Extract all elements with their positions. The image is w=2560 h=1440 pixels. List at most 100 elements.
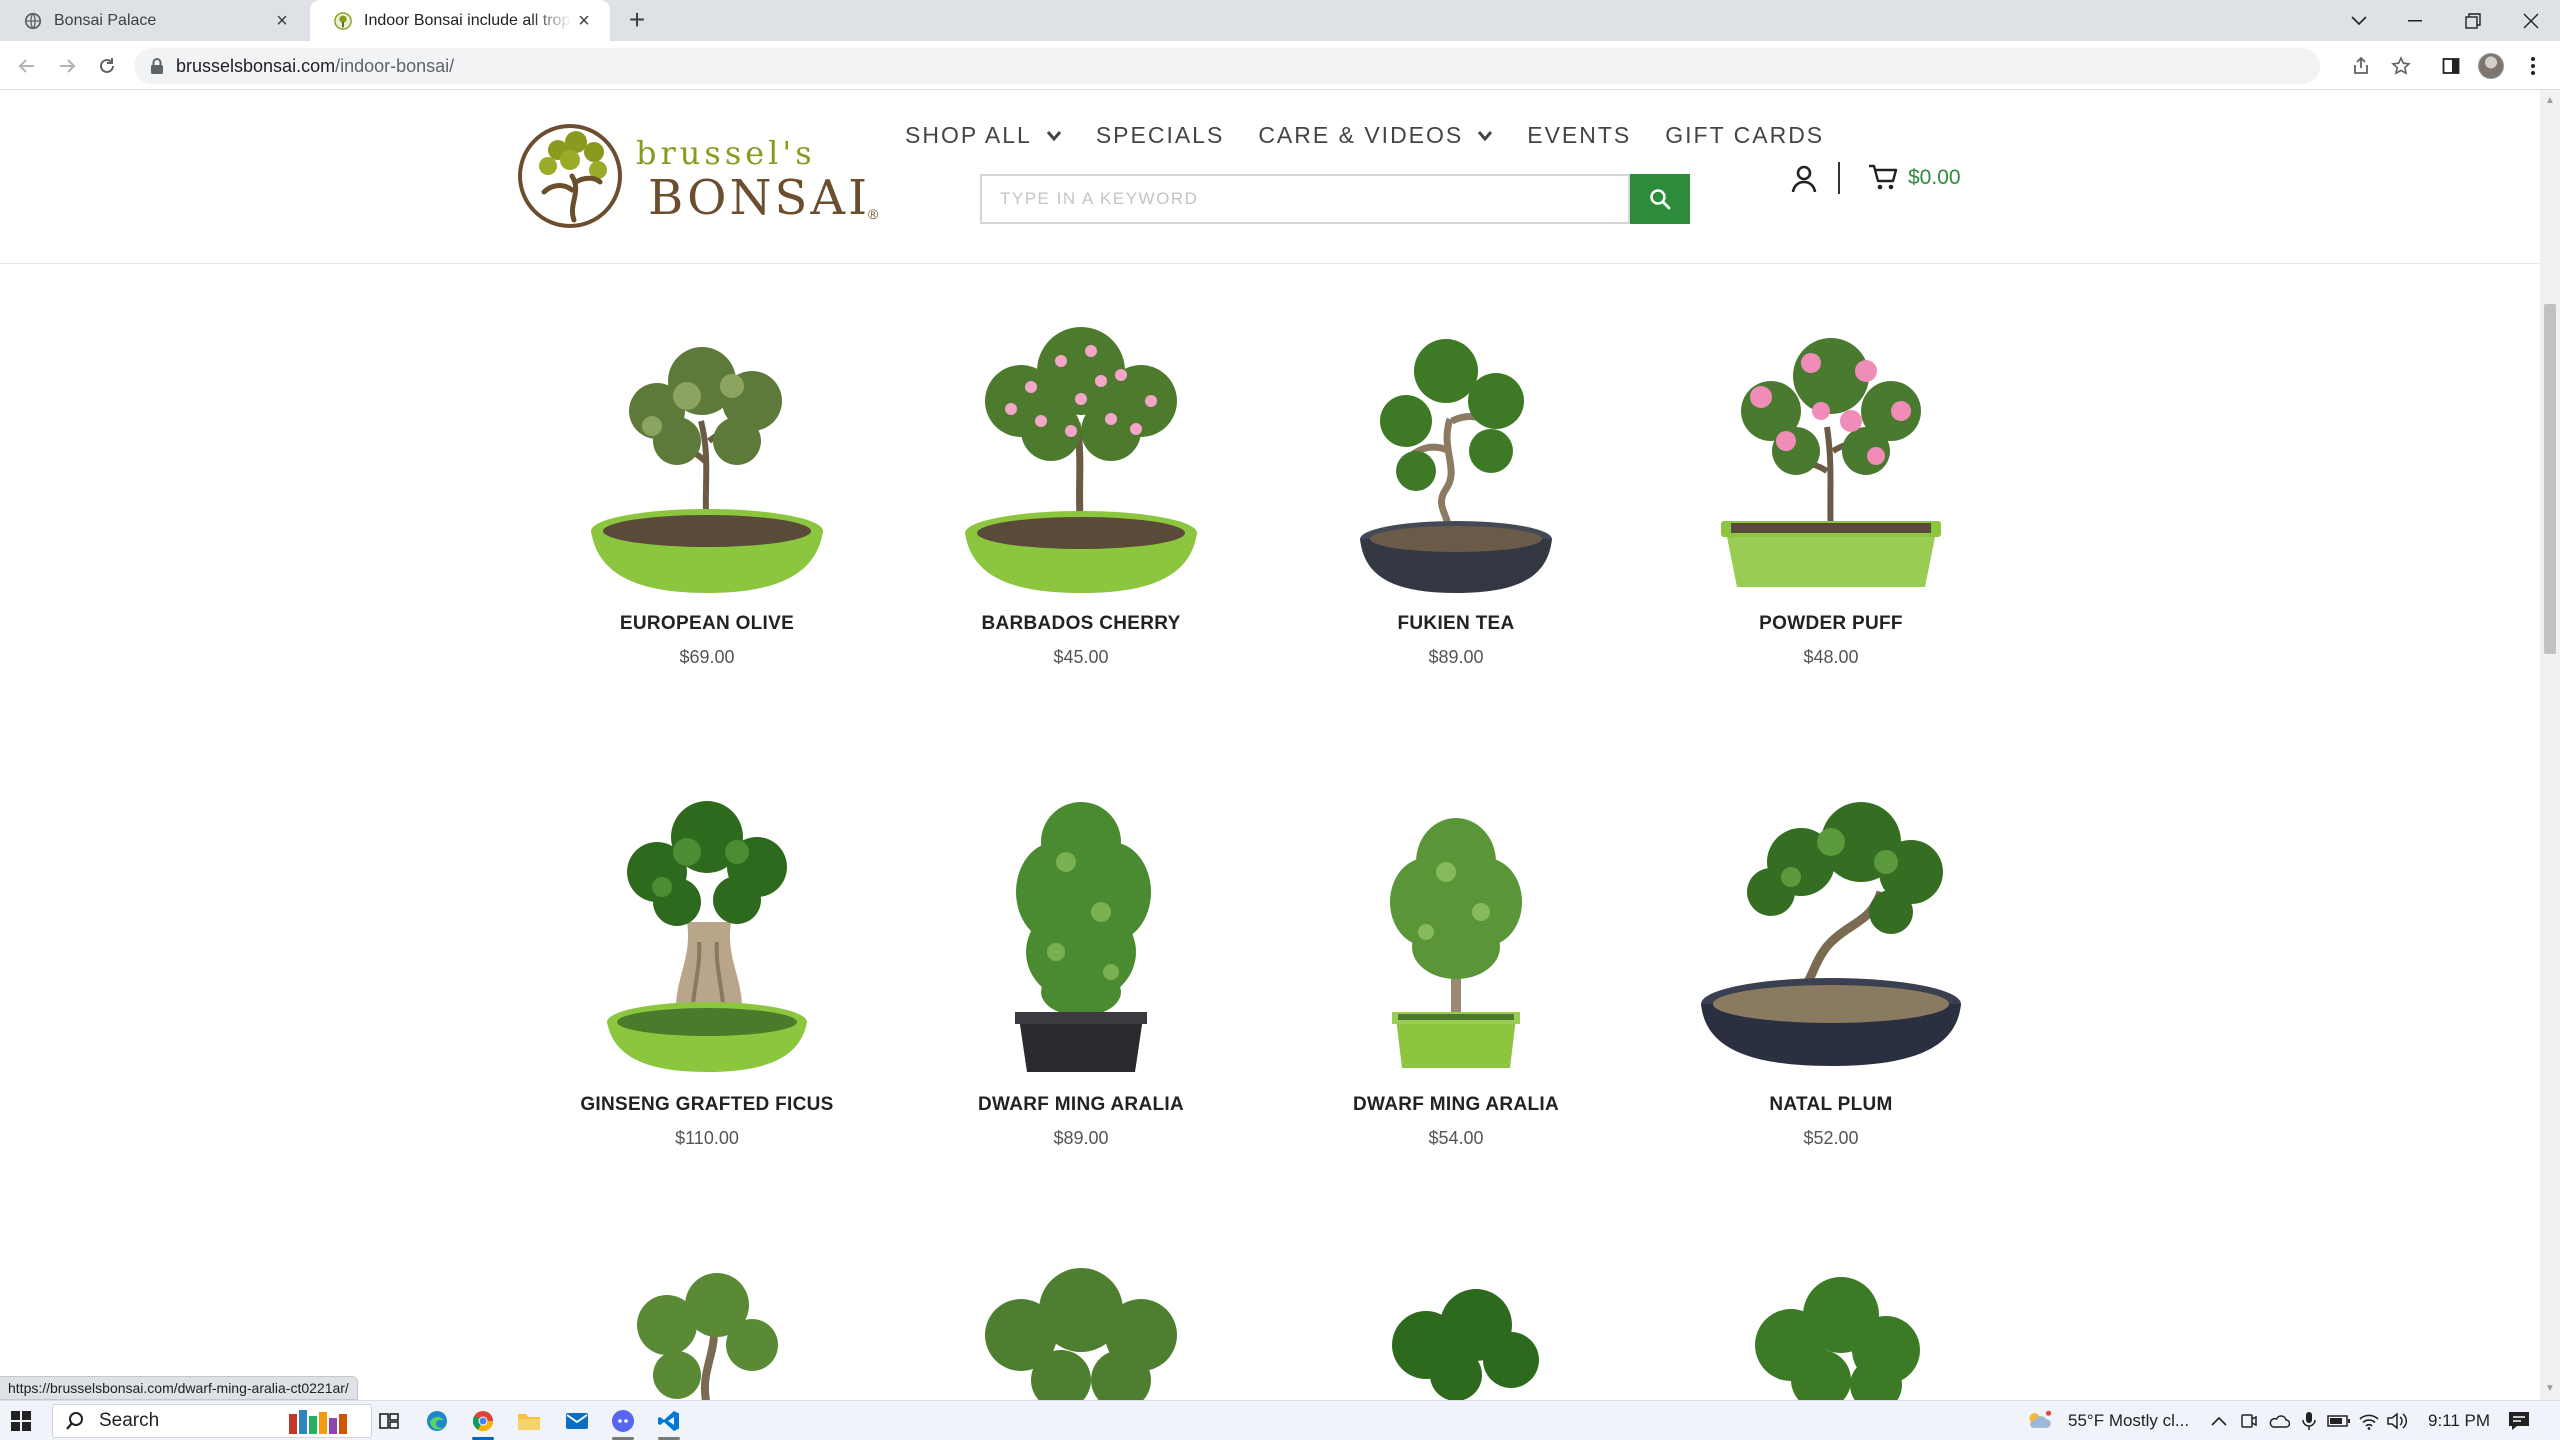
tab-bonsai-palace[interactable]: Bonsai Palace × (0, 0, 308, 41)
site-header: brussel's BONSAI ® SHOP ALL SPECIALS CAR… (0, 90, 2540, 264)
volume-icon[interactable] (2384, 1408, 2410, 1434)
back-button[interactable] (12, 51, 42, 81)
wifi-icon[interactable] (2356, 1408, 2382, 1434)
more-vertical-icon (2531, 57, 2535, 75)
side-panel-icon (2442, 58, 2460, 74)
discord-icon (612, 1410, 634, 1432)
microphone-icon[interactable] (2296, 1408, 2322, 1434)
logo-bonsai-text: BONSAI (648, 170, 871, 226)
product-image-partial[interactable] (537, 1265, 877, 1400)
notifications-button[interactable] (2506, 1408, 2532, 1434)
chrome-app-button[interactable] (470, 1408, 496, 1434)
taskbar-search-box[interactable]: Search (52, 1404, 372, 1438)
close-tab-icon[interactable]: × (572, 9, 596, 33)
search-icon (66, 1412, 83, 1430)
battery-icon[interactable] (2326, 1408, 2352, 1434)
scroll-down-icon[interactable]: ▼ (2545, 1384, 2555, 1394)
browser-menu-button[interactable] (2518, 51, 2548, 81)
product-card[interactable]: DWARF MING ARALIA $54.00 (1286, 782, 1626, 1149)
close-tab-icon[interactable]: × (270, 9, 294, 33)
product-image-fukien-tea[interactable] (1286, 301, 1626, 601)
share-button[interactable] (2346, 51, 2376, 81)
chevron-down-icon (1046, 130, 1061, 141)
bonsai-tree-logo-icon (518, 124, 622, 228)
product-image-natal-plum[interactable] (1661, 782, 2001, 1082)
product-card[interactable]: POWDER PUFF $48.00 (1661, 301, 2001, 668)
product-name[interactable]: DWARF MING ARALIA (911, 1094, 1251, 1116)
product-card[interactable]: BARBADOS CHERRY $45.00 (911, 301, 1251, 668)
nav-events[interactable]: EVENTS (1527, 122, 1631, 149)
product-name[interactable]: DWARF MING ARALIA (1286, 1094, 1626, 1116)
product-image-powder-puff[interactable] (1661, 301, 2001, 601)
product-name[interactable]: FUKIEN TEA (1286, 613, 1626, 635)
product-price: $52.00 (1803, 1128, 1859, 1148)
scroll-up-icon[interactable]: ▲ (2545, 96, 2555, 106)
search-input[interactable] (980, 174, 1630, 224)
product-image-ginseng-grafted-ficus[interactable] (537, 782, 877, 1082)
weather-widget-icon[interactable] (2026, 1408, 2052, 1434)
address-bar[interactable]: brusselsbonsai.com/indoor-bonsai/ (134, 48, 2320, 84)
nav-gift-cards[interactable]: GIFT CARDS (1665, 122, 1824, 149)
tray-overflow-button[interactable] (2206, 1408, 2232, 1434)
clock-time[interactable]: 9:11 PM (2428, 1411, 2490, 1431)
start-button[interactable] (8, 1408, 34, 1434)
restore-button[interactable] (2444, 0, 2502, 41)
new-tab-button[interactable]: + (622, 6, 652, 36)
account-icon[interactable] (1790, 164, 1818, 194)
bonsai-favicon-icon (334, 11, 352, 30)
side-panel-button[interactable] (2436, 51, 2466, 81)
edge-icon (427, 1411, 447, 1431)
nav-care-videos[interactable]: CARE & VIDEOS (1258, 122, 1493, 149)
product-image-barbados-cherry[interactable] (911, 301, 1251, 601)
product-card[interactable]: NATAL PLUM $52.00 (1661, 782, 2001, 1149)
bookmark-button[interactable] (2386, 51, 2416, 81)
product-image-european-olive[interactable] (537, 301, 877, 601)
nav-specials[interactable]: SPECIALS (1096, 122, 1225, 149)
page-scrollbar[interactable]: ▲ ▼ (2540, 90, 2560, 1400)
reload-button[interactable] (92, 51, 122, 81)
forward-button[interactable] (52, 51, 82, 81)
product-card[interactable]: GINSENG GRAFTED FICUS $110.00 (537, 782, 877, 1149)
product-name[interactable]: NATAL PLUM (1661, 1094, 2001, 1116)
cart-total[interactable]: $0.00 (1908, 166, 1961, 190)
weather-text[interactable]: 55°F Mostly cl... (2068, 1411, 2189, 1431)
product-image-partial[interactable] (1286, 1265, 1626, 1400)
vscode-app-button[interactable] (656, 1408, 682, 1434)
chrome-icon (472, 1411, 494, 1432)
nav-shop-all[interactable]: SHOP ALL (905, 122, 1062, 149)
search-button[interactable] (1630, 174, 1690, 224)
tab-indoor-bonsai[interactable]: Indoor Bonsai include all tropical × (310, 0, 610, 41)
product-image-dwarf-ming-aralia[interactable] (911, 782, 1251, 1082)
notification-icon (2509, 1412, 2529, 1430)
onedrive-icon[interactable] (2266, 1408, 2292, 1434)
file-explorer-button[interactable] (516, 1408, 542, 1434)
profile-avatar[interactable] (2478, 53, 2504, 79)
mail-app-button[interactable] (564, 1408, 590, 1434)
discord-app-button[interactable] (610, 1408, 636, 1434)
product-price: $48.00 (1803, 647, 1859, 667)
product-name[interactable]: BARBADOS CHERRY (911, 613, 1251, 635)
lock-icon (151, 58, 163, 74)
product-card[interactable]: FUKIEN TEA $89.00 (1286, 301, 1626, 668)
product-name[interactable]: EUROPEAN OLIVE (537, 613, 877, 635)
meet-now-icon[interactable] (2236, 1408, 2262, 1434)
star-icon (2391, 56, 2411, 75)
minimize-button[interactable] (2386, 0, 2444, 41)
product-name[interactable]: POWDER PUFF (1661, 613, 2001, 635)
task-view-button[interactable] (376, 1408, 402, 1434)
product-image-dwarf-ming-aralia-small[interactable] (1286, 782, 1626, 1082)
edge-app-button[interactable] (424, 1408, 450, 1434)
product-image-partial[interactable] (1661, 1265, 2001, 1400)
cart-icon[interactable] (1868, 162, 1898, 192)
scrollbar-thumb[interactable] (2544, 304, 2556, 654)
product-image-partial[interactable] (911, 1265, 1251, 1400)
product-price: $89.00 (1053, 1128, 1109, 1148)
close-window-button[interactable] (2502, 0, 2560, 41)
product-card[interactable]: DWARF MING ARALIA $89.00 (911, 782, 1251, 1149)
tab-search-chevron-icon[interactable] (2330, 0, 2388, 41)
product-card[interactable]: EUROPEAN OLIVE $69.00 (537, 301, 877, 668)
mail-icon (566, 1413, 588, 1429)
link-status-bubble: https://brusselsbonsai.com/dwarf-ming-ar… (0, 1376, 358, 1400)
product-name[interactable]: GINSENG GRAFTED FICUS (537, 1094, 877, 1116)
site-logo[interactable]: brussel's BONSAI ® (518, 120, 888, 230)
